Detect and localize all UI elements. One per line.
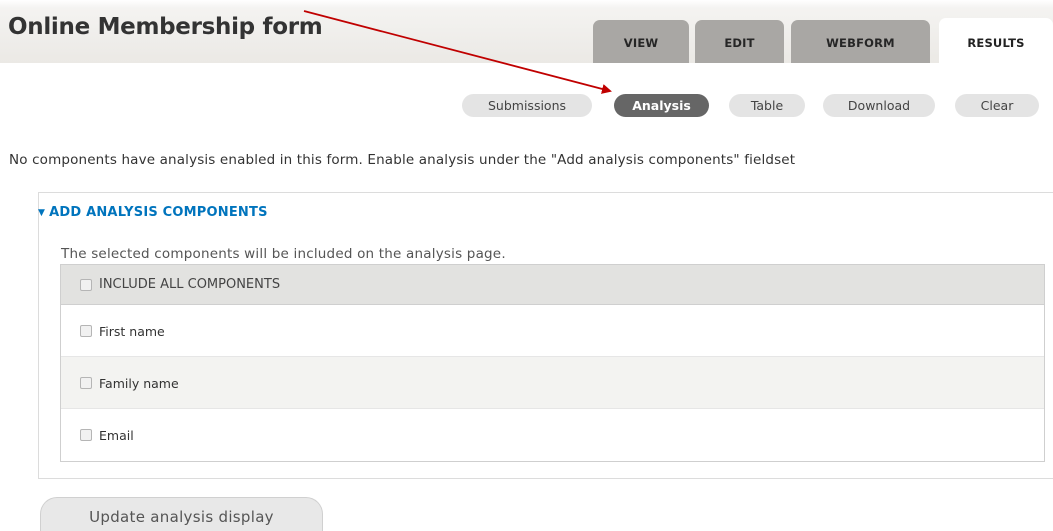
family-name-label: Family name: [99, 376, 179, 391]
tab-webform[interactable]: WEBFORM: [791, 20, 930, 63]
first-name-checkbox[interactable]: [80, 325, 92, 337]
family-name-checkbox[interactable]: [80, 377, 92, 389]
tab-view[interactable]: VIEW: [593, 20, 689, 63]
email-label: Email: [99, 428, 134, 443]
analysis-notice: No components have analysis enabled in t…: [9, 152, 796, 168]
fieldset-description: The selected components will be included…: [61, 246, 506, 262]
tab-clear[interactable]: Clear: [955, 94, 1039, 117]
tab-results[interactable]: RESULTS: [939, 18, 1053, 63]
table-row: Email: [61, 409, 1044, 461]
components-table: INCLUDE ALL COMPONENTS First name Family…: [60, 264, 1045, 462]
table-row: First name: [61, 305, 1044, 357]
first-name-label: First name: [99, 324, 165, 339]
email-checkbox[interactable]: [80, 429, 92, 441]
fieldset-legend-toggle[interactable]: ▼ ADD ANALYSIS COMPONENTS: [38, 205, 268, 220]
include-all-label: INCLUDE ALL COMPONENTS: [99, 277, 281, 292]
update-analysis-button[interactable]: Update analysis display: [40, 497, 323, 531]
tab-edit[interactable]: EDIT: [695, 20, 784, 63]
caret-down-icon: ▼: [38, 208, 46, 218]
tab-download[interactable]: Download: [823, 94, 935, 117]
tab-submissions[interactable]: Submissions: [462, 94, 592, 117]
tab-table[interactable]: Table: [729, 94, 805, 117]
include-all-checkbox[interactable]: [80, 279, 92, 291]
tab-analysis[interactable]: Analysis: [614, 94, 709, 117]
table-row: Family name: [61, 357, 1044, 409]
secondary-tabs: Submissions Analysis Table Download Clea…: [0, 94, 1053, 119]
primary-tabs: VIEW EDIT WEBFORM RESULTS: [0, 18, 1053, 63]
table-header: INCLUDE ALL COMPONENTS: [61, 265, 1044, 305]
fieldset-legend-label: ADD ANALYSIS COMPONENTS: [49, 205, 268, 220]
